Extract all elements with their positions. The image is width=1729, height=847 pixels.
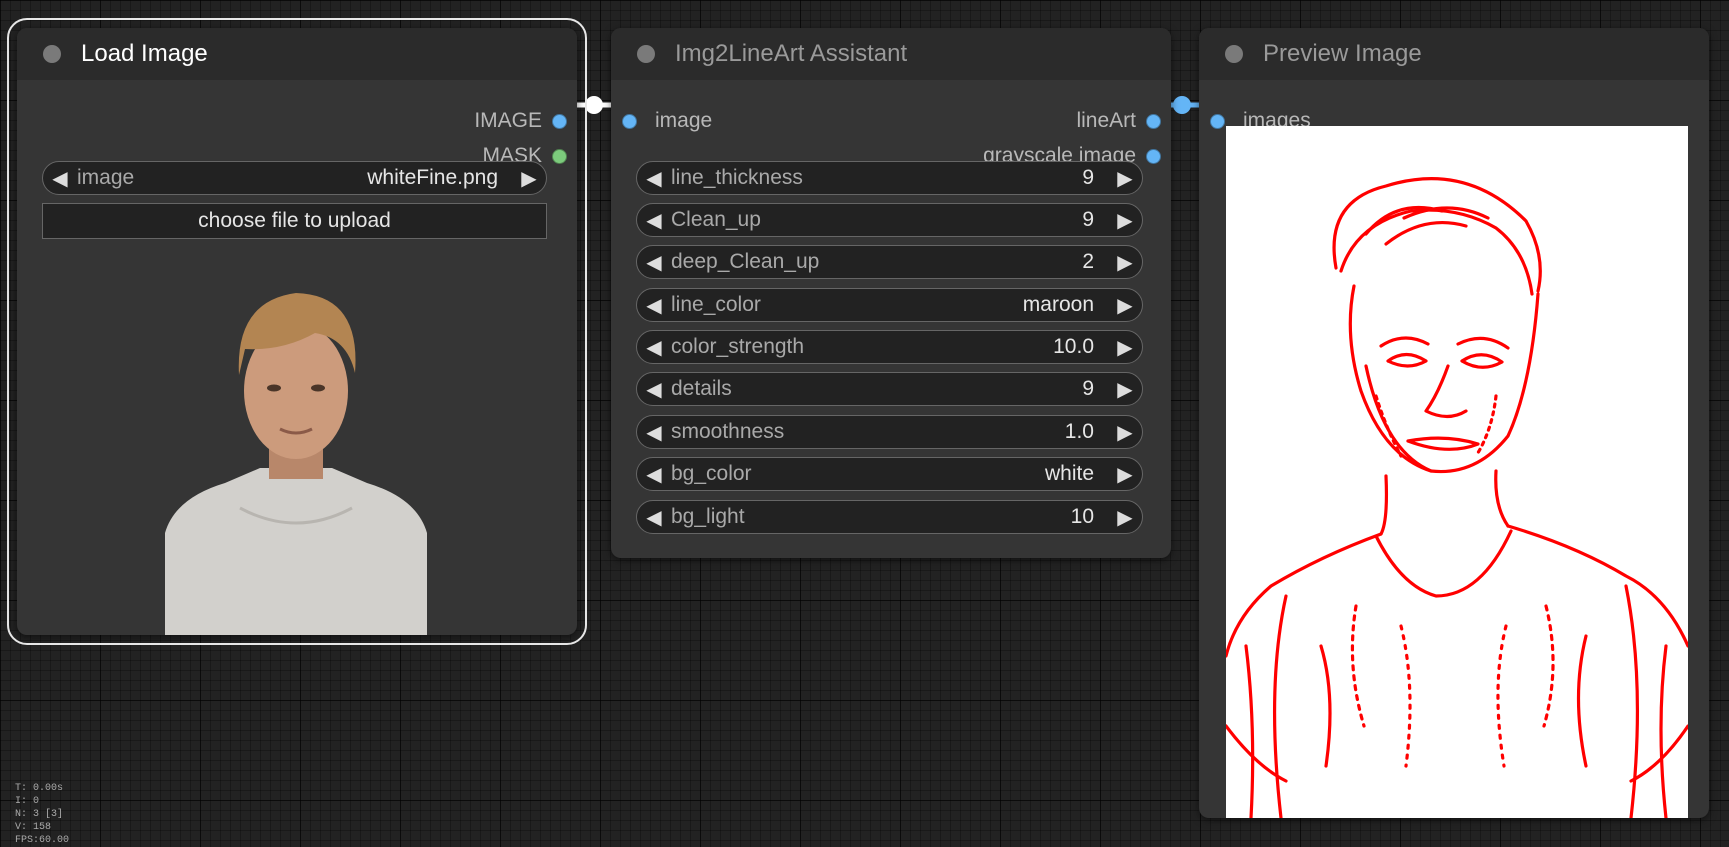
- decrement-arrow-icon[interactable]: ◀: [637, 377, 671, 402]
- output-label: IMAGE: [474, 109, 542, 132]
- output-slot-lineart[interactable]: lineArt: [1076, 106, 1161, 136]
- node-title: Load Image: [81, 40, 208, 67]
- node-title-bar[interactable]: Preview Image: [1199, 28, 1709, 80]
- output-dot-icon[interactable]: [1146, 148, 1161, 164]
- widget-value: 9: [1082, 166, 1094, 189]
- stats-iterations: I: 0: [15, 796, 40, 807]
- portrait-photo-icon: [165, 293, 427, 635]
- widget-line-color[interactable]: ◀ line_color maroon ▶: [636, 288, 1143, 322]
- widget-value: 9: [1082, 377, 1094, 400]
- collapse-dot-icon[interactable]: [43, 45, 61, 63]
- widget-value: 10.0: [1053, 335, 1094, 358]
- widget-label: image: [77, 166, 135, 189]
- output-dot-icon[interactable]: [1146, 113, 1161, 129]
- widget-value: white: [1044, 462, 1094, 485]
- widget-label: deep_Clean_up: [671, 250, 820, 273]
- widget-label: line_color: [671, 293, 761, 316]
- widget-value: 1.0: [1064, 420, 1094, 443]
- input-label: image: [655, 109, 713, 132]
- widget-clean-up[interactable]: ◀ Clean_up 9 ▶: [636, 203, 1143, 237]
- decrement-arrow-icon[interactable]: ◀: [637, 250, 671, 275]
- node-title-bar[interactable]: Load Image: [17, 28, 577, 80]
- widget-deep-clean-up[interactable]: ◀ deep_Clean_up 2 ▶: [636, 245, 1143, 279]
- input-dot-icon[interactable]: [1210, 113, 1225, 129]
- upload-button[interactable]: choose file to upload: [42, 203, 547, 239]
- input-slot-image[interactable]: image: [622, 106, 712, 136]
- lineart-preview-icon: [1226, 177, 1688, 818]
- stats-fps: FPS:60.00: [15, 835, 70, 846]
- preview-image-frame: [1226, 126, 1688, 818]
- widget-line-thickness[interactable]: ◀ line_thickness 9 ▶: [636, 161, 1143, 195]
- widget-value: 9: [1082, 208, 1094, 231]
- widget-label: bg_color: [671, 462, 752, 485]
- decrement-arrow-icon[interactable]: ◀: [637, 505, 671, 530]
- output-dot-icon[interactable]: [552, 113, 567, 129]
- node-title: Preview Image: [1263, 40, 1422, 67]
- increment-arrow-icon[interactable]: ▶: [1108, 293, 1142, 318]
- widget-value: 2: [1082, 250, 1094, 273]
- widget-bg-color[interactable]: ◀ bg_color white ▶: [636, 457, 1143, 491]
- node-title: Img2LineArt Assistant: [675, 40, 908, 67]
- widget-value: maroon: [1022, 293, 1094, 316]
- decrement-arrow-icon[interactable]: ◀: [637, 420, 671, 445]
- increment-arrow-icon[interactable]: ▶: [1108, 166, 1142, 191]
- decrement-arrow-icon[interactable]: ◀: [43, 166, 77, 191]
- widget-color-strength[interactable]: ◀ color_strength 10.0 ▶: [636, 330, 1143, 364]
- increment-arrow-icon[interactable]: ▶: [1108, 377, 1142, 402]
- output-label: lineArt: [1076, 109, 1136, 132]
- widget-bg-light[interactable]: ◀ bg_light 10 ▶: [636, 500, 1143, 534]
- input-dot-icon[interactable]: [622, 113, 637, 129]
- widget-value: 10: [1070, 505, 1094, 528]
- output-slot-image[interactable]: IMAGE: [474, 106, 567, 136]
- decrement-arrow-icon[interactable]: ◀: [637, 462, 671, 487]
- widget-label: bg_light: [671, 505, 745, 528]
- collapse-dot-icon[interactable]: [1225, 45, 1243, 63]
- increment-arrow-icon[interactable]: ▶: [1108, 250, 1142, 275]
- stats-time: T: 0.00s: [15, 783, 64, 794]
- stats-vertices: V: 158: [15, 822, 52, 833]
- node-title-bar[interactable]: Img2LineArt Assistant: [611, 28, 1171, 80]
- widget-label: Clean_up: [671, 208, 761, 231]
- widget-smoothness[interactable]: ◀ smoothness 1.0 ▶: [636, 415, 1143, 449]
- decrement-arrow-icon[interactable]: ◀: [637, 208, 671, 233]
- collapse-dot-icon[interactable]: [637, 45, 655, 63]
- decrement-arrow-icon[interactable]: ◀: [637, 166, 671, 191]
- stats-nodes: N: 3 [3]: [15, 809, 64, 820]
- decrement-arrow-icon[interactable]: ◀: [637, 293, 671, 318]
- preview-image-node[interactable]: Preview Image images: [1199, 28, 1709, 818]
- load-image-node[interactable]: Load Image IMAGE MASK ◀ image whiteFine.…: [7, 18, 587, 645]
- widget-details[interactable]: ◀ details 9 ▶: [636, 372, 1143, 406]
- increment-arrow-icon[interactable]: ▶: [1108, 420, 1142, 445]
- widget-label: line_thickness: [671, 166, 803, 189]
- increment-arrow-icon[interactable]: ▶: [1108, 335, 1142, 360]
- widget-label: details: [671, 377, 732, 400]
- increment-arrow-icon[interactable]: ▶: [1108, 505, 1142, 530]
- widget-value: whiteFine.png: [367, 166, 498, 189]
- image-combo-widget[interactable]: ◀ image whiteFine.png ▶: [42, 161, 547, 195]
- increment-arrow-icon[interactable]: ▶: [1108, 462, 1142, 487]
- decrement-arrow-icon[interactable]: ◀: [637, 335, 671, 360]
- output-dot-icon[interactable]: [552, 148, 567, 164]
- widget-label: color_strength: [671, 335, 805, 358]
- increment-arrow-icon[interactable]: ▶: [1108, 208, 1142, 233]
- increment-arrow-icon[interactable]: ▶: [512, 166, 546, 191]
- widget-label: smoothness: [671, 420, 785, 443]
- render-stats: T: 0.00s I: 0 N: 3 [3] V: 158 FPS:60.00: [15, 782, 69, 847]
- lineart-assistant-node[interactable]: Img2LineArt Assistant image lineArt gray…: [611, 28, 1171, 558]
